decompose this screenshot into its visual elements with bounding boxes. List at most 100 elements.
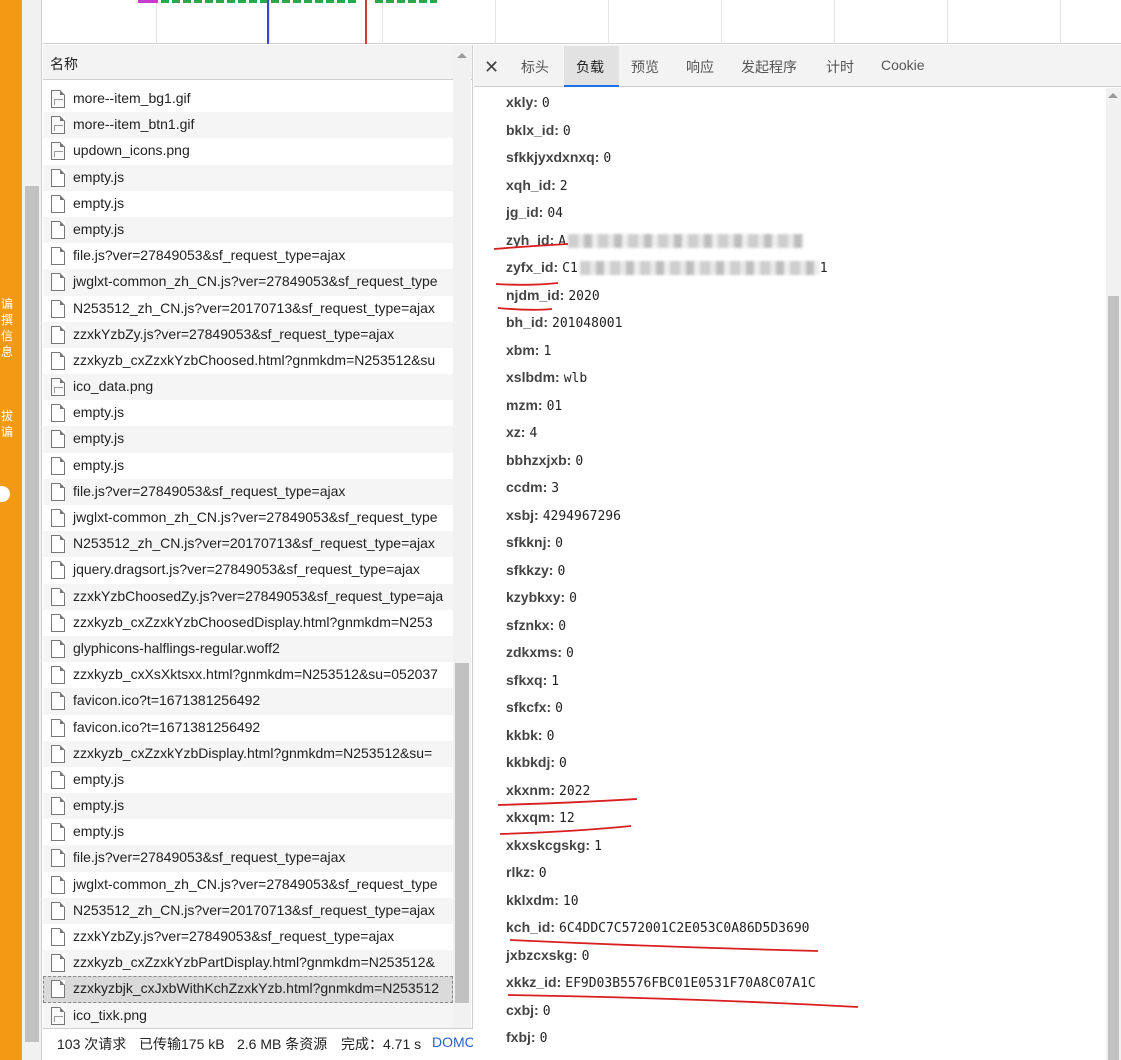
payload-param[interactable]: xbm: 1 <box>506 342 551 369</box>
request-row[interactable]: more--item_bg1.gif <box>43 86 453 112</box>
request-row[interactable]: jwglxt-common_zh_CN.js?ver=27849053&sf_r… <box>43 505 453 531</box>
request-row[interactable]: jquery.dragsort.js?ver=27849053&sf_reque… <box>43 557 453 583</box>
tab-preview[interactable]: 预览 <box>631 57 659 77</box>
payload-param[interactable]: cxbj: 0 <box>506 1002 551 1029</box>
request-row[interactable]: empty.js <box>43 426 453 453</box>
request-row[interactable]: ico_tixk.png <box>43 1002 453 1028</box>
document-file-icon <box>51 928 65 946</box>
payload-param[interactable]: kkbk: 0 <box>506 727 554 754</box>
request-row[interactable]: zzxkYzbChoosedZy.js?ver=27849053&sf_requ… <box>43 583 453 610</box>
payload-scrollbar[interactable] <box>1106 88 1121 1060</box>
request-row[interactable]: zzxkyzb_cxZzxkYzbChoosed.html?gnmkdm=N25… <box>43 348 453 374</box>
payload-param[interactable]: sfznkx: 0 <box>506 617 566 644</box>
page-scrollbar[interactable] <box>22 0 42 1060</box>
payload-param[interactable]: xqh_id: 2 <box>506 177 568 204</box>
payload-param[interactable]: kkbkdj: 0 <box>506 754 567 781</box>
request-row[interactable]: empty.js <box>43 216 453 244</box>
payload-param[interactable]: xsbj: 4294967296 <box>506 507 621 534</box>
payload-scrollbar-thumb[interactable] <box>1108 296 1119 1060</box>
payload-param[interactable]: xkxskcgskg: 1 <box>506 837 602 864</box>
request-row[interactable]: N253512_zh_CN.js?ver=20170713&sf_request… <box>43 296 453 322</box>
tab-cookies[interactable]: Cookie <box>881 57 925 73</box>
request-row[interactable]: updown_icons.png <box>43 138 453 164</box>
request-row[interactable]: N253512_zh_CN.js?ver=20170713&sf_request… <box>43 531 453 558</box>
request-row[interactable]: glyphicons-halflings-regular.woff2 <box>43 635 453 663</box>
request-list-header[interactable]: 名称 <box>43 45 472 80</box>
dom-content-loaded-link[interactable]: DOMC <box>432 1034 473 1050</box>
request-row[interactable]: more--item_btn1.gif <box>43 112 453 139</box>
payload-param[interactable]: sfkknj: 0 <box>506 534 563 561</box>
payload-param[interactable]: sfkkjyxdxnxq: 0 <box>506 149 611 176</box>
param-value: 01 <box>546 398 563 414</box>
payload-param[interactable]: fxbj: 0 <box>506 1029 547 1056</box>
network-overview[interactable] <box>43 0 1121 44</box>
payload-param[interactable]: mzm: 01 <box>506 397 562 424</box>
param-value: 1 <box>551 673 560 689</box>
payload-param[interactable]: bklx_id: 0 <box>506 122 571 149</box>
tab-headers[interactable]: 标头 <box>521 57 549 77</box>
request-row[interactable]: ico_data.png <box>43 374 453 401</box>
param-key: jg_id: <box>506 204 544 220</box>
request-row[interactable]: jwglxt-common_zh_CN.js?ver=27849053&sf_r… <box>43 872 453 898</box>
request-row[interactable]: zzxkyzbjk_cxJxbWithKchZzxkYzb.html?gnmkd… <box>43 976 453 1003</box>
payload-param[interactable]: kch_id: 6C4DDC7C572001C2E053C0A86D5D3690 <box>506 919 809 946</box>
payload-param[interactable]: bh_id: 201048001 <box>506 314 622 341</box>
payload-param[interactable]: xkly: 0 <box>506 94 550 121</box>
request-row[interactable]: empty.js <box>43 453 453 479</box>
request-row[interactable]: empty.js <box>43 819 453 845</box>
payload-param[interactable]: bbhzxjxb: 0 <box>506 452 583 479</box>
request-row[interactable]: favicon.ico?t=1671381256492 <box>43 715 453 741</box>
payload-param[interactable]: xslbdm: wlb <box>506 369 587 396</box>
payload-param[interactable]: ccdm: 3 <box>506 479 559 506</box>
payload-param[interactable]: jg_id: 04 <box>506 204 563 231</box>
side-strip-dot[interactable] <box>0 486 10 502</box>
payload-param[interactable]: zdkxms: 0 <box>506 644 574 671</box>
tab-response[interactable]: 响应 <box>686 57 714 77</box>
payload-param[interactable]: kzybkxy: 0 <box>506 589 577 616</box>
tab-timing[interactable]: 计时 <box>826 57 854 77</box>
request-row[interactable]: jwglxt-common_zh_CN.js?ver=27849053&sf_r… <box>43 269 453 296</box>
payload-param[interactable]: sfkcfx: 0 <box>506 699 563 726</box>
payload-param[interactable]: njdm_id: 2020 <box>506 287 600 314</box>
payload-param[interactable]: sfkxq: 1 <box>506 672 559 699</box>
param-key: xsbj: <box>506 506 539 523</box>
request-row[interactable]: file.js?ver=27849053&sf_request_type=aja… <box>43 845 453 872</box>
request-row[interactable]: empty.js <box>43 164 453 191</box>
request-row[interactable]: zzxkyzb_cxZzxkYzbChoosedDisplay.html?gnm… <box>43 610 453 636</box>
request-row[interactable]: N253512_zh_CN.js?ver=20170713&sf_request… <box>43 897 453 924</box>
payload-param[interactable]: xkkz_id: EF9D03B5576FBC01E0531F70A8C07A1C <box>506 974 816 1001</box>
payload-param[interactable]: sfkkzy: 0 <box>506 562 565 589</box>
page-scrollbar-thumb[interactable] <box>25 186 39 1042</box>
close-icon[interactable]: ✕ <box>484 57 499 78</box>
payload-param[interactable]: xz: 4 <box>506 424 537 451</box>
payload-param[interactable]: xkxqm: 12 <box>506 809 575 836</box>
request-row[interactable]: empty.js <box>43 793 453 820</box>
payload-param[interactable]: kklxdm: 10 <box>506 892 579 919</box>
request-row[interactable]: favicon.ico?t=1671381256492 <box>43 688 453 715</box>
image-file-icon <box>51 378 65 397</box>
request-row[interactable]: empty.js <box>43 191 453 217</box>
request-row[interactable]: zzxkyzb_cxZzxkYzbPartDisplay.html?gnmkdm… <box>43 950 453 977</box>
request-row[interactable]: zzxkyzb_cxZzxkYzbDisplay.html?gnmkdm=N25… <box>43 740 453 767</box>
scroll-up-arrow[interactable] <box>457 53 467 58</box>
request-row[interactable]: empty.js <box>43 400 453 426</box>
tab-payload[interactable]: 负载 <box>576 57 604 77</box>
param-value: EF9D03B5576FBC01E0531F70A8C07A1C <box>565 976 816 991</box>
document-file-icon <box>51 875 65 894</box>
request-list-scrollbar-thumb[interactable] <box>455 663 469 1003</box>
request-row[interactable]: zzxkyzb_cxXsXktsxx.html?gnmkdm=N253512&s… <box>43 662 453 688</box>
payload-param[interactable]: zyh_id: A <box>506 232 805 259</box>
payload-param[interactable]: zyfx_id: C1 1 <box>506 259 828 286</box>
tab-initiator[interactable]: 发起程序 <box>741 57 797 77</box>
payload-param[interactable]: xkxnm: 2022 <box>506 782 590 809</box>
payload-param[interactable]: rlkz: 0 <box>506 864 547 891</box>
request-row[interactable]: zzxkYzbZy.js?ver=27849053&sf_request_typ… <box>43 924 453 950</box>
name-column-header[interactable]: 名称 <box>50 54 78 74</box>
scroll-up-arrow[interactable] <box>1108 93 1118 98</box>
request-row[interactable]: zzxkYzbZy.js?ver=27849053&sf_request_typ… <box>43 321 453 348</box>
request-list-scrollbar[interactable] <box>453 45 471 1028</box>
request-row[interactable]: file.js?ver=27849053&sf_request_type=aja… <box>43 243 453 269</box>
payload-param[interactable]: jxbzcxskg: 0 <box>506 947 589 974</box>
request-row[interactable]: file.js?ver=27849053&sf_request_type=aja… <box>43 478 453 505</box>
request-row[interactable]: empty.js <box>43 767 453 793</box>
